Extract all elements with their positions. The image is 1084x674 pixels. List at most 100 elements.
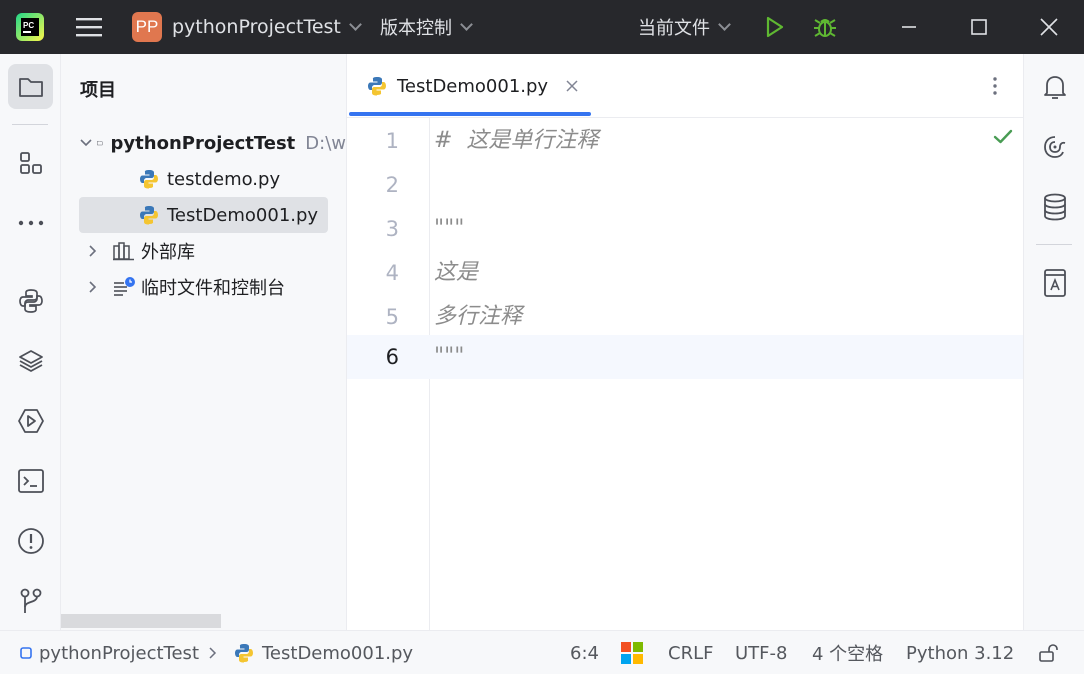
- database-icon: [1043, 193, 1066, 220]
- run-config-selector[interactable]: 当前文件: [638, 0, 731, 54]
- documentation-button[interactable]: [1032, 260, 1077, 305]
- editor-tab-bar: TestDemo001.py: [347, 54, 1023, 118]
- python-packages-button[interactable]: [8, 338, 53, 383]
- chevron-down-icon: [349, 17, 362, 31]
- breadcrumb-file[interactable]: TestDemo001.py: [234, 631, 413, 674]
- line-separator[interactable]: CRLF: [668, 631, 713, 674]
- chevron-right-icon: [208, 631, 218, 674]
- code-line[interactable]: 5 多行注释: [347, 295, 1023, 339]
- maximize-icon: [971, 19, 987, 35]
- chevron-right-icon[interactable]: [79, 269, 107, 305]
- notifications-button[interactable]: [1032, 64, 1077, 109]
- code-text: """: [434, 216, 465, 241]
- chevron-down-icon: [718, 17, 731, 31]
- chevron-down-icon[interactable]: [79, 125, 93, 161]
- structure-tool-button[interactable]: [8, 140, 53, 185]
- close-icon[interactable]: [566, 80, 578, 92]
- tree-external-libs[interactable]: 外部库: [79, 233, 346, 269]
- code-line[interactable]: 1 # 这是单行注释: [347, 119, 1023, 163]
- editor: TestDemo001.py 1 # 这是单行注释 2 3 """ 4 这是 5…: [347, 54, 1023, 630]
- code-text: # 这是单行注释: [434, 128, 599, 153]
- project-tool-button[interactable]: [8, 64, 53, 109]
- indent-setting[interactable]: 4 个空格: [812, 631, 883, 674]
- python-file-icon: [140, 206, 158, 225]
- folder-icon: [18, 77, 43, 97]
- close-window-button[interactable]: [1014, 0, 1084, 54]
- vcs-menu[interactable]: 版本控制: [380, 0, 473, 54]
- bug-icon: [814, 19, 836, 37]
- chevron-down-icon: [460, 17, 473, 31]
- line-number: 1: [385, 129, 399, 153]
- root-path: D:\w: [305, 132, 346, 154]
- caret-position[interactable]: 6:4: [570, 631, 599, 674]
- git-branch-icon: [20, 588, 41, 613]
- main-menu-icon[interactable]: [76, 0, 102, 54]
- module-icon: [20, 647, 32, 659]
- tab-testdemo001[interactable]: TestDemo001.py: [347, 54, 591, 118]
- root-name: pythonProjectTest: [110, 132, 296, 154]
- bell-icon: [1043, 75, 1066, 99]
- book-icon: [1043, 268, 1066, 297]
- problems-button[interactable]: [8, 518, 53, 563]
- pycharm-logo-icon[interactable]: PC: [16, 0, 44, 54]
- vcs-menu-label: 版本控制: [380, 18, 452, 39]
- tab-options-button[interactable]: [985, 76, 1005, 100]
- svg-text:PC: PC: [23, 21, 34, 30]
- divider: [1036, 244, 1072, 245]
- tree-file-testdemo001[interactable]: TestDemo001.py: [79, 197, 328, 233]
- warning-icon: [17, 527, 44, 554]
- code-line[interactable]: 2: [347, 163, 1023, 207]
- chevron-right-icon[interactable]: [79, 233, 107, 269]
- tree-root[interactable]: pythonProjectTest D:\w: [79, 125, 346, 161]
- inspection-ok-icon[interactable]: [993, 129, 1013, 149]
- line-number: 3: [385, 217, 399, 241]
- tree-scratches[interactable]: 临时文件和控制台: [79, 269, 346, 305]
- python-console-button[interactable]: [8, 278, 53, 323]
- file-encoding[interactable]: UTF-8: [735, 631, 787, 674]
- debug-button[interactable]: [812, 0, 838, 54]
- windows-logo-icon[interactable]: [621, 631, 643, 674]
- status-bar: pythonProjectTest TestDemo001.py 6:4 CRL…: [0, 630, 1084, 674]
- code-text: 这是: [434, 260, 479, 285]
- right-tool-strip: [1023, 54, 1084, 630]
- code-line[interactable]: 4 这是: [347, 251, 1023, 295]
- run-icon: [766, 16, 784, 38]
- terminal-button[interactable]: [8, 458, 53, 503]
- version-control-button[interactable]: [8, 578, 53, 623]
- external-libs-label: 外部库: [141, 242, 195, 263]
- scratch-file-icon: [114, 277, 135, 296]
- database-button[interactable]: [1032, 184, 1077, 229]
- code-line[interactable]: 3 """: [347, 207, 1023, 251]
- structure-icon: [19, 151, 42, 174]
- left-tool-strip: [0, 54, 61, 630]
- breadcrumb-project-label: pythonProjectTest: [39, 642, 199, 664]
- lock-icon[interactable]: [1038, 631, 1058, 674]
- ai-assistant-button[interactable]: [1032, 124, 1077, 169]
- python-icon: [18, 288, 43, 313]
- active-tab-indicator: [349, 112, 591, 116]
- maximize-button[interactable]: [944, 0, 1014, 54]
- project-badge: PP: [132, 12, 162, 42]
- interpreter-selector[interactable]: Python 3.12: [906, 631, 1014, 674]
- terminal-icon: [17, 468, 44, 493]
- services-button[interactable]: [8, 398, 53, 443]
- title-bar: PC PP pythonProjectTest 版本控制 当前文件: [0, 0, 1084, 54]
- divider: [12, 124, 48, 125]
- breadcrumb-project[interactable]: pythonProjectTest: [20, 631, 199, 674]
- more-tools-button[interactable]: [8, 200, 53, 245]
- code-line-current[interactable]: 6 """: [347, 335, 1023, 379]
- run-button[interactable]: [762, 0, 786, 54]
- horizontal-scrollbar[interactable]: [61, 614, 221, 628]
- minimize-icon: [902, 26, 916, 28]
- project-switcher[interactable]: PP pythonProjectTest: [132, 0, 362, 54]
- line-number: 6: [385, 345, 399, 369]
- project-panel: 项目 pythonProjectTest D:\w testdemo.py Te…: [61, 54, 347, 630]
- folder-icon: [97, 141, 103, 146]
- project-name: pythonProjectTest: [172, 16, 341, 38]
- line-number: 4: [385, 261, 399, 285]
- python-file-icon: [368, 77, 386, 96]
- tree-file-testdemo[interactable]: testdemo.py: [79, 161, 346, 197]
- more-vertical-icon: [993, 77, 997, 95]
- minimize-button[interactable]: [874, 0, 944, 54]
- panel-title: 项目: [80, 80, 116, 101]
